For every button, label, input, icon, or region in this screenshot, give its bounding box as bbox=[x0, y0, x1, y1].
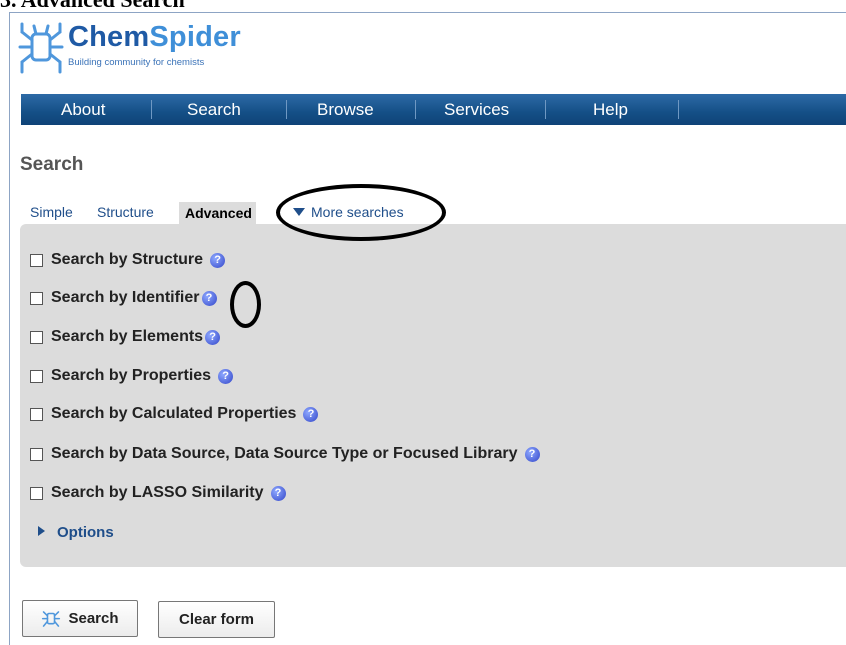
search-button[interactable]: Search bbox=[22, 600, 138, 637]
nav-item-about[interactable]: About bbox=[61, 94, 105, 125]
nav-item-help[interactable]: Help bbox=[593, 94, 628, 125]
main-nav-bar: About Search Browse Services Help bbox=[21, 94, 846, 125]
options-label: Options bbox=[57, 524, 114, 541]
clear-form-button-label: Clear form bbox=[178, 611, 255, 628]
options-toggle[interactable]: Options bbox=[38, 524, 114, 541]
nav-divider bbox=[415, 100, 416, 119]
help-icon[interactable]: ? bbox=[201, 290, 217, 306]
nav-item-browse[interactable]: Browse bbox=[317, 94, 374, 125]
search-option-row[interactable]: Search by Calculated Properties ? bbox=[30, 404, 319, 424]
caret-right-icon bbox=[38, 526, 45, 536]
nav-item-services[interactable]: Services bbox=[444, 94, 509, 125]
identifier-checkbox[interactable] bbox=[30, 291, 43, 305]
clear-form-button[interactable]: Clear form bbox=[158, 601, 275, 638]
logo-wordmark: ChemSpider bbox=[68, 21, 241, 54]
spider-icon bbox=[42, 610, 61, 627]
search-option-row[interactable]: Search by Elements ? bbox=[30, 327, 221, 347]
search-button-label: Search bbox=[68, 610, 119, 627]
lasso-similarity-checkbox[interactable] bbox=[30, 486, 43, 500]
spider-logo-icon bbox=[18, 22, 64, 74]
tab-advanced[interactable]: Advanced bbox=[179, 202, 256, 226]
search-option-label: Search by Calculated Properties bbox=[51, 405, 297, 422]
logo-wordmark-spider: Spider bbox=[149, 21, 241, 53]
help-icon[interactable]: ? bbox=[270, 485, 286, 501]
calculated-properties-checkbox[interactable] bbox=[30, 407, 43, 421]
search-option-label: Search by Data Source, Data Source Type … bbox=[51, 445, 518, 462]
help-icon[interactable]: ? bbox=[524, 446, 540, 462]
elements-checkbox[interactable] bbox=[30, 330, 43, 344]
properties-checkbox[interactable] bbox=[30, 369, 43, 383]
search-option-row[interactable]: Search by Data Source, Data Source Type … bbox=[30, 444, 540, 464]
search-option-label: Search by Identifier bbox=[51, 289, 200, 306]
logo-tagline: Building community for chemists bbox=[68, 57, 205, 68]
nav-divider bbox=[678, 100, 679, 119]
help-icon[interactable]: ? bbox=[210, 252, 226, 268]
search-option-row[interactable]: Search by Structure ? bbox=[30, 250, 226, 270]
help-icon[interactable]: ? bbox=[303, 406, 319, 422]
search-option-label: Search by Properties bbox=[51, 367, 212, 384]
help-icon[interactable]: ? bbox=[218, 368, 234, 384]
nav-item-search[interactable]: Search bbox=[187, 94, 241, 125]
advanced-search-panel bbox=[20, 224, 846, 567]
page-title: Search bbox=[20, 154, 84, 175]
nav-divider bbox=[545, 100, 546, 119]
annotation-ellipse bbox=[230, 281, 261, 328]
search-option-row[interactable]: Search by Identifier ? bbox=[30, 288, 217, 308]
logo-wordmark-chem: Chem bbox=[68, 21, 150, 53]
tab-simple[interactable]: Simple bbox=[30, 204, 73, 220]
help-icon[interactable]: ? bbox=[205, 329, 221, 345]
structure-checkbox[interactable] bbox=[30, 253, 43, 267]
search-option-row[interactable]: Search by LASSO Similarity ? bbox=[30, 483, 286, 503]
nav-divider bbox=[151, 100, 152, 119]
data-source-checkbox[interactable] bbox=[30, 447, 43, 461]
search-option-label: Search by Structure bbox=[51, 251, 204, 268]
search-option-label: Search by Elements bbox=[51, 328, 204, 345]
search-option-label: Search by LASSO Similarity bbox=[51, 484, 264, 501]
search-option-row[interactable]: Search by Properties ? bbox=[30, 366, 234, 386]
tab-structure[interactable]: Structure bbox=[97, 204, 154, 220]
nav-divider bbox=[286, 100, 287, 119]
annotation-ellipse bbox=[276, 184, 446, 241]
